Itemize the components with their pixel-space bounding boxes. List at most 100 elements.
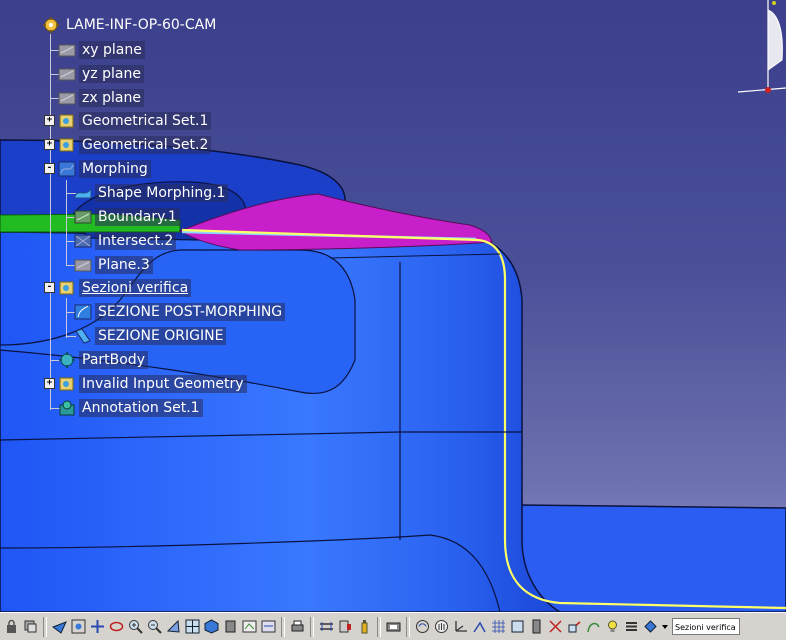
tree-item-label: Sezioni verifica — [79, 279, 192, 297]
bottom-toolbar: Sezioni verifica — [0, 612, 786, 640]
tree-item-label: SEZIONE ORIGINE — [95, 327, 227, 345]
tree-item-label: Geometrical Set.2 — [79, 136, 212, 154]
tree-item-zx-plane[interactable]: zx plane — [58, 88, 144, 108]
shading-icon[interactable] — [222, 617, 239, 637]
curvature-icon[interactable] — [585, 617, 602, 637]
toolbar-separator — [43, 616, 47, 637]
tree-item-morphing[interactable]: Morphing — [58, 159, 151, 179]
tree-item-label: Invalid Input Geometry — [79, 375, 247, 393]
swap-space-icon[interactable] — [260, 617, 277, 637]
toolbar-separator — [310, 616, 314, 637]
tree-item-label: Boundary.1 — [95, 208, 180, 226]
section-icon — [74, 327, 92, 345]
tree-connector — [50, 34, 51, 410]
measure-icon[interactable] — [318, 617, 335, 637]
select-set-icon[interactable] — [642, 617, 659, 637]
tree-item-geometrical-set-1[interactable]: Geometrical Set.1 — [58, 111, 212, 131]
tree-item-partbody[interactable]: PartBody — [58, 350, 148, 370]
lock-icon[interactable] — [3, 617, 20, 637]
shape-morphing-icon — [74, 184, 92, 202]
tree-item-label: SEZIONE POST-MORPHING — [95, 303, 286, 321]
compass-icon[interactable] — [738, 0, 786, 96]
connect-checker-icon[interactable] — [471, 617, 488, 637]
partbody-icon — [58, 351, 76, 369]
tree-root[interactable]: LAME-INF-OP-60-CAM — [42, 15, 219, 35]
geometrical-set-icon — [58, 160, 76, 178]
3d-viewport[interactable]: LAME-INF-OP-60-CAM xy plane yz plane zx … — [0, 0, 786, 612]
dropdown-arrow-icon[interactable] — [661, 617, 669, 637]
tree-item-geometrical-set-2[interactable]: Geometrical Set.2 — [58, 135, 212, 155]
fit-all-icon[interactable] — [70, 617, 87, 637]
tree-item-boundary[interactable]: Boundary.1 — [74, 207, 180, 227]
floor-plate — [519, 504, 786, 612]
tree-item-label: PartBody — [79, 351, 148, 369]
lightbulb-icon[interactable] — [604, 617, 621, 637]
tree-connector — [66, 298, 67, 338]
fly-mode-icon[interactable] — [51, 617, 68, 637]
cut-icon[interactable] — [547, 617, 564, 637]
collapse-toggle[interactable]: - — [44, 163, 55, 174]
zoom-in-icon[interactable] — [127, 617, 144, 637]
boundary-icon — [74, 208, 92, 226]
expand-toggle[interactable]: + — [44, 115, 55, 126]
hand-icon[interactable] — [433, 617, 450, 637]
tree-item-label: Plane.3 — [95, 256, 153, 274]
layer-icon[interactable] — [22, 617, 39, 637]
tree-item-sezioni-verifica[interactable]: Sezioni verifica — [58, 278, 192, 298]
pan-icon[interactable] — [89, 617, 106, 637]
tree-item-sezione-post-morphing[interactable]: SEZIONE POST-MORPHING — [74, 302, 286, 322]
apply-material-icon[interactable] — [337, 617, 354, 637]
tree-item-intersect[interactable]: Intersect.2 — [74, 231, 177, 251]
annotation-set-icon — [58, 399, 76, 417]
tree-item-shape-morphing[interactable]: Shape Morphing.1 — [74, 183, 229, 203]
tree-item-label: Shape Morphing.1 — [95, 184, 229, 202]
bottle-icon[interactable] — [356, 617, 373, 637]
box-icon[interactable] — [509, 617, 526, 637]
plane-icon — [58, 65, 76, 83]
geometrical-set-icon — [58, 375, 76, 393]
section-icon — [74, 303, 92, 321]
normal-view-icon[interactable] — [165, 617, 182, 637]
tree-root-label: LAME-INF-OP-60-CAM — [66, 17, 217, 33]
expand-toggle[interactable]: + — [44, 378, 55, 389]
stack-icon[interactable] — [623, 617, 640, 637]
tree-item-annotation-set[interactable]: Annotation Set.1 — [58, 398, 203, 418]
plane-icon — [58, 41, 76, 59]
iso-view-icon[interactable] — [203, 617, 220, 637]
tree-item-label: zx plane — [79, 89, 144, 107]
grid-icon[interactable] — [490, 617, 507, 637]
tree-item-plane-3[interactable]: Plane.3 — [74, 255, 153, 275]
part-icon — [42, 16, 60, 34]
specification-tree: LAME-INF-OP-60-CAM xy plane yz plane zx … — [0, 0, 320, 430]
rotate-icon[interactable] — [108, 617, 125, 637]
capture-icon[interactable] — [528, 617, 545, 637]
hide-show-icon[interactable] — [241, 617, 258, 637]
tree-item-label: Geometrical Set.1 — [79, 112, 212, 130]
selection-set-field[interactable]: Sezioni verifica — [672, 618, 740, 635]
tree-item-invalid-input-geometry[interactable]: Invalid Input Geometry — [58, 374, 247, 394]
tree-item-label: yz plane — [79, 65, 144, 83]
tree-item-sezione-origine[interactable]: SEZIONE ORIGINE — [74, 326, 227, 346]
tree-item-label: xy plane — [79, 41, 145, 59]
zoom-out-icon[interactable] — [146, 617, 163, 637]
expand-toggle[interactable]: + — [44, 139, 55, 150]
plane-icon — [74, 256, 92, 274]
multi-view-icon[interactable] — [184, 617, 201, 637]
tree-item-label: Morphing — [79, 160, 151, 178]
geometrical-set-icon — [58, 136, 76, 154]
geometrical-set-icon — [58, 112, 76, 130]
tree-item-yz-plane[interactable]: yz plane — [58, 64, 144, 84]
intersect-icon — [74, 232, 92, 250]
tree-item-xy-plane[interactable]: xy plane — [58, 40, 145, 60]
print-icon[interactable] — [289, 617, 306, 637]
tree-item-label: Annotation Set.1 — [79, 399, 203, 417]
axis-system-icon[interactable] — [452, 617, 469, 637]
tree-item-label: Intersect.2 — [95, 232, 177, 250]
toolbar-separator — [377, 616, 381, 637]
section-view-icon[interactable] — [566, 617, 583, 637]
collapse-toggle[interactable]: - — [44, 282, 55, 293]
catalog-icon[interactable] — [385, 617, 402, 637]
plane-icon — [58, 89, 76, 107]
toolbar-separator — [281, 616, 285, 637]
analysis-icon[interactable] — [414, 617, 431, 637]
